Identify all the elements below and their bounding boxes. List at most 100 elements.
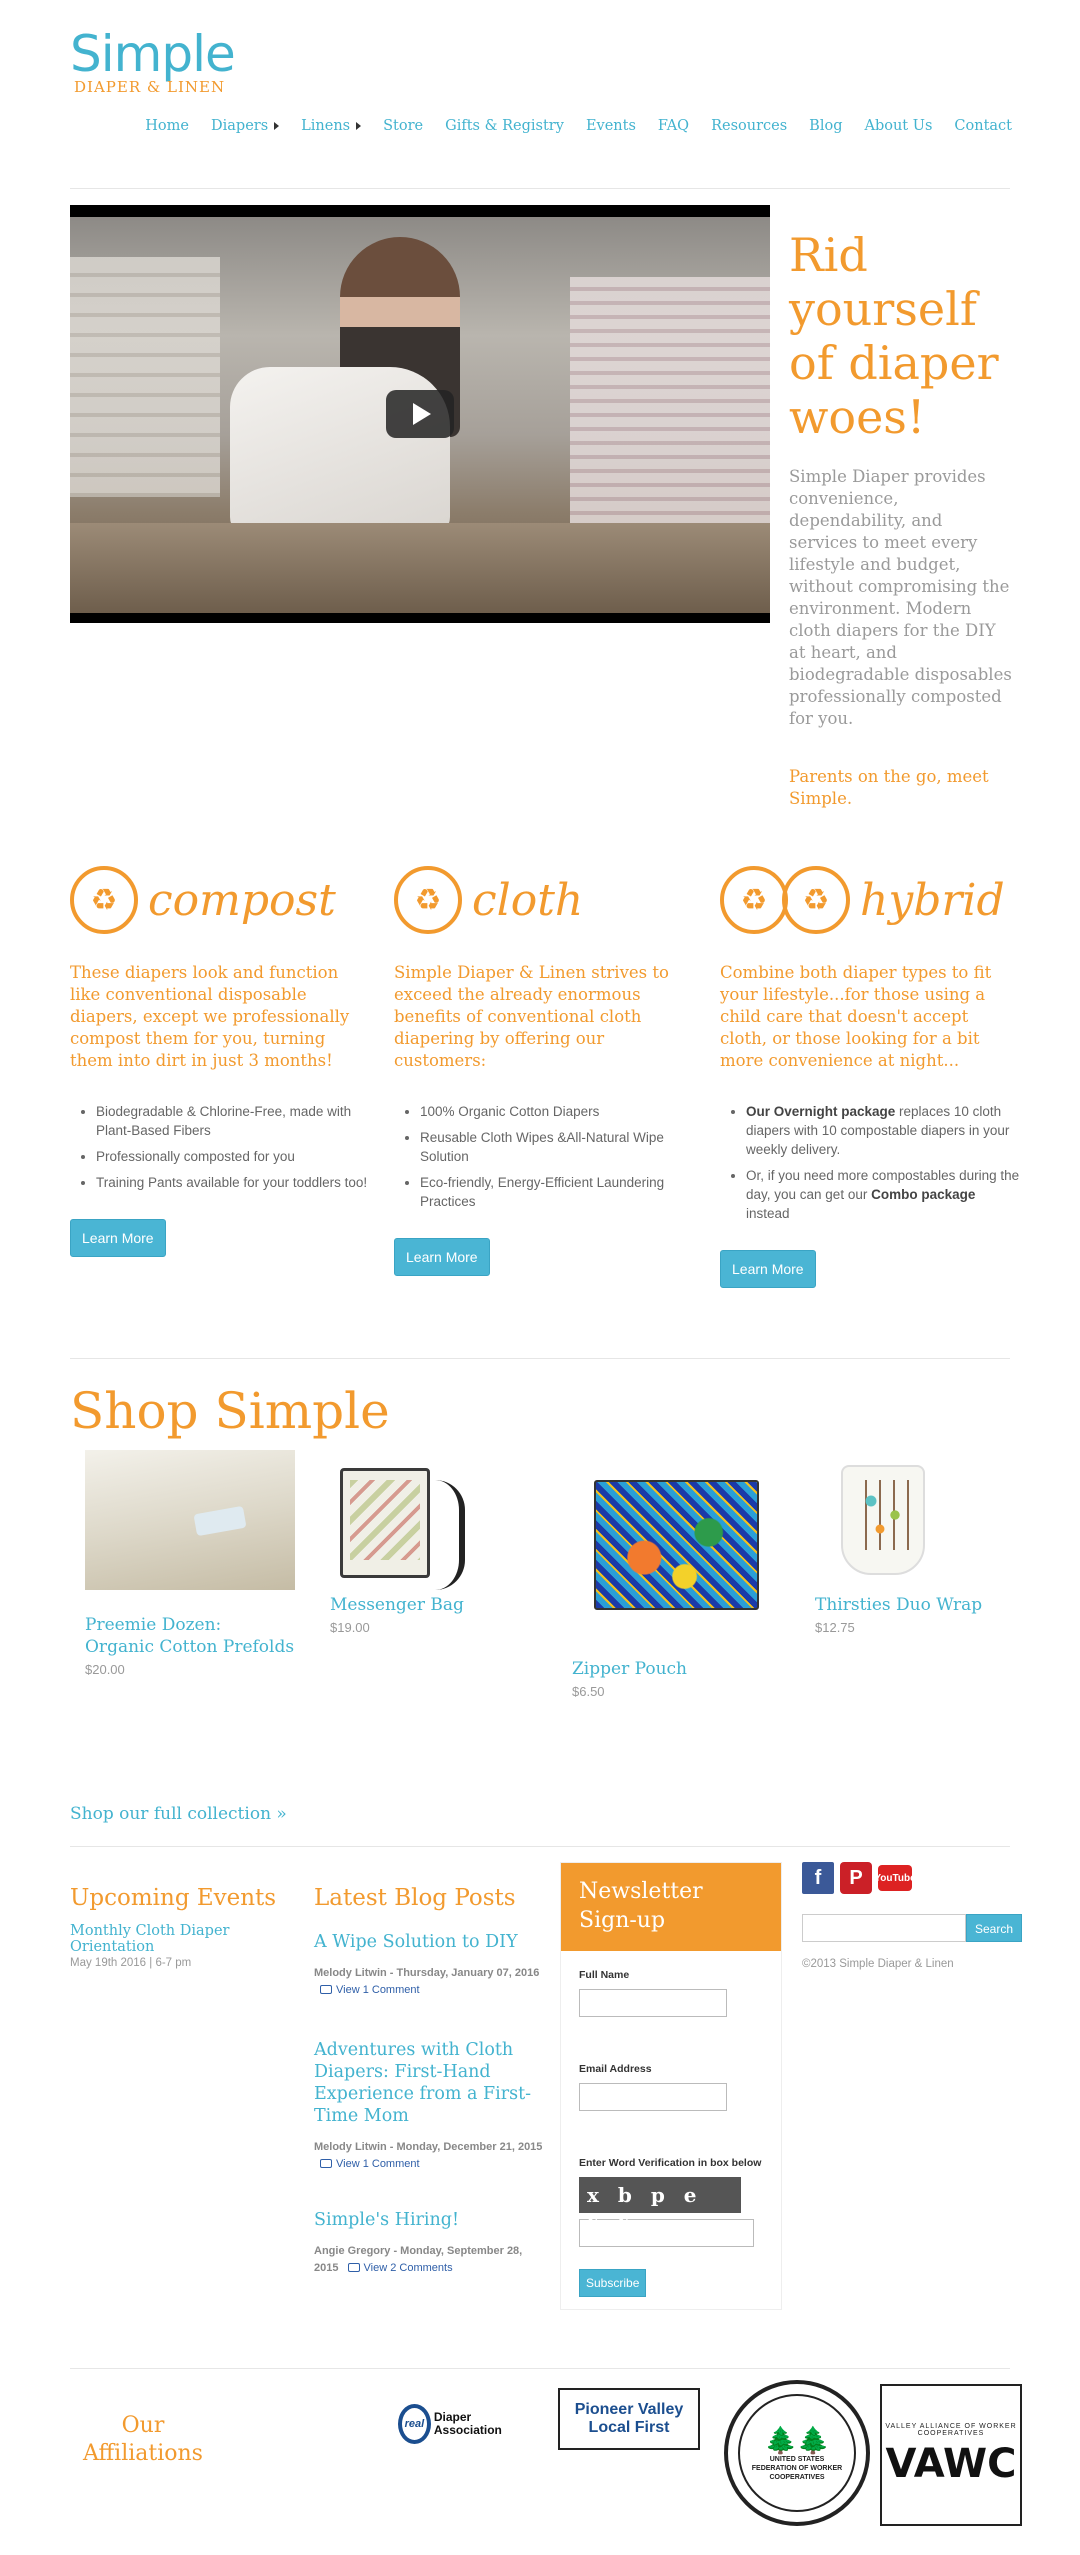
product-image[interactable] bbox=[815, 1450, 1025, 1590]
subscribe-button[interactable]: Subscribe bbox=[579, 2269, 647, 2297]
affiliations-title: Our Affiliations bbox=[83, 2413, 203, 2466]
list-item: Professionally composted for you bbox=[96, 1147, 370, 1166]
list-item: Reusable Cloth Wipes &All-Natural Wipe S… bbox=[420, 1128, 694, 1166]
email-label: Email Address bbox=[579, 2063, 652, 2075]
event-link[interactable]: Monthly Cloth Diaper Orientation bbox=[70, 1923, 300, 1955]
product-name[interactable]: Preemie Dozen: Organic Cotton Prefolds bbox=[85, 1614, 295, 1658]
section-divider bbox=[70, 2368, 1010, 2369]
hybrid-wordmark: hybrid bbox=[860, 874, 1005, 926]
nav-item-gifts-registry[interactable]: Gifts & Registry bbox=[445, 118, 564, 134]
nav-item-diapers[interactable]: Diapers bbox=[211, 118, 280, 134]
nav-item-resources[interactable]: Resources bbox=[711, 118, 787, 134]
comments-link[interactable]: View 1 Comment bbox=[320, 2158, 420, 2170]
product-name[interactable]: Zipper Pouch bbox=[572, 1658, 782, 1680]
blog-post: A Wipe Solution to DIY Melody Litwin - T… bbox=[314, 1931, 544, 1999]
service-hybrid: ♻ ♻ hybrid Combine both diaper types to … bbox=[720, 860, 1020, 1288]
list-item: 100% Organic Cotton Diapers bbox=[420, 1102, 694, 1121]
list-item: Biodegradable & Chlorine-Free, made with… bbox=[96, 1102, 370, 1140]
hero-link[interactable]: Parents on the go, meet Simple. bbox=[789, 766, 1014, 810]
comment-icon bbox=[347, 2263, 360, 2272]
shop-title: Shop Simple bbox=[70, 1382, 390, 1440]
hero-video[interactable] bbox=[70, 205, 770, 623]
product-image[interactable] bbox=[85, 1450, 295, 1590]
header-divider bbox=[70, 188, 1010, 189]
hybrid-learn-more-button[interactable]: Learn More bbox=[720, 1250, 816, 1288]
cloth-wordmark: cloth bbox=[472, 874, 584, 926]
social-widget: f P YouTube Search ©2013 Simple Diaper &… bbox=[802, 1862, 1022, 1970]
section-divider bbox=[70, 1846, 1010, 1847]
usfwc-logo[interactable]: 🌲🌲 UNITED STATES FEDERATION OF WORKER CO… bbox=[724, 2380, 870, 2526]
verification-label: Enter Word Verification in box below bbox=[579, 2157, 762, 2169]
compost-features: Biodegradable & Chlorine-Free, made with… bbox=[70, 1102, 370, 1192]
search-input[interactable] bbox=[802, 1914, 966, 1942]
blog-post-title[interactable]: Simple's Hiring! bbox=[314, 2209, 544, 2231]
nav-item-faq[interactable]: FAQ bbox=[658, 118, 689, 134]
search-button[interactable]: Search bbox=[965, 1914, 1022, 1942]
hybrid-lead: Combine both diaper types to fit your li… bbox=[720, 963, 992, 1070]
product-card[interactable]: Messenger Bag $19.00 bbox=[330, 1450, 540, 1635]
service-cloth: ♻ cloth Simple Diaper & Linen strives to… bbox=[394, 860, 694, 1276]
logo-wordmark: Simple bbox=[70, 25, 236, 83]
product-card[interactable]: Preemie Dozen: Organic Cotton Prefolds $… bbox=[85, 1450, 295, 1677]
product-name[interactable]: Thirsties Duo Wrap bbox=[815, 1594, 1025, 1616]
compost-lead: These diapers look and function like con… bbox=[70, 963, 350, 1070]
blog-post-meta: Angie Gregory - Monday, September 28, 20… bbox=[314, 2245, 523, 2274]
blog-post-meta: Melody Litwin - Thursday, January 07, 20… bbox=[314, 1967, 540, 1996]
product-image[interactable] bbox=[572, 1480, 782, 1620]
cloth-diaper-icon: ♻ bbox=[394, 866, 462, 934]
full-name-label: Full Name bbox=[579, 1969, 630, 1981]
vawc-logo[interactable]: VALLEY ALLIANCE OF WORKER COOPERATIVES V… bbox=[880, 2384, 1022, 2526]
comments-link[interactable]: View 2 Comments bbox=[347, 2262, 453, 2274]
blog-post: Adventures with Cloth Diapers: First-Han… bbox=[314, 2039, 544, 2173]
captcha-image: x b p e v v bbox=[579, 2177, 741, 2231]
nav-item-store[interactable]: Store bbox=[383, 118, 423, 134]
nav-item-events[interactable]: Events bbox=[586, 118, 636, 134]
facebook-icon[interactable]: f bbox=[802, 1862, 834, 1894]
play-button[interactable] bbox=[386, 390, 454, 438]
compost-learn-more-button[interactable]: Learn More bbox=[70, 1219, 166, 1257]
youtube-icon[interactable]: YouTube bbox=[874, 1865, 916, 1891]
event-date: May 19th 2016 | 6-7 pm bbox=[70, 1957, 192, 1969]
events-title: Upcoming Events bbox=[70, 1885, 277, 1911]
copyright-text: ©2013 Simple Diaper & Linen bbox=[802, 1958, 954, 1970]
list-item: Our Overnight package replaces 10 cloth … bbox=[746, 1102, 1020, 1159]
nav-item-linens[interactable]: Linens bbox=[301, 118, 362, 134]
product-name[interactable]: Messenger Bag bbox=[330, 1594, 540, 1616]
cloth-diaper-icon: ♻ bbox=[720, 866, 788, 934]
shop-full-collection-link[interactable]: Shop our full collection » bbox=[70, 1804, 287, 1824]
pinterest-icon[interactable]: P bbox=[840, 1862, 872, 1894]
product-card[interactable]: Zipper Pouch $6.50 bbox=[572, 1480, 782, 1699]
blog-post-title[interactable]: Adventures with Cloth Diapers: First-Han… bbox=[314, 2039, 544, 2127]
caret-right-icon bbox=[356, 122, 362, 130]
compost-icon: ♻ bbox=[70, 866, 138, 934]
real-diaper-association-logo[interactable]: real Diaper Association bbox=[398, 2400, 518, 2448]
product-price: $20.00 bbox=[85, 1662, 125, 1677]
blog-widget: Latest Blog Posts A Wipe Solution to DIY… bbox=[314, 1885, 544, 2277]
list-item: Training Pants available for your toddle… bbox=[96, 1173, 370, 1192]
nav-item-home[interactable]: Home bbox=[145, 118, 189, 134]
hero-description: Simple Diaper provides convenience, depe… bbox=[789, 467, 1012, 728]
product-price: $19.00 bbox=[330, 1620, 370, 1635]
nav-item-about-us[interactable]: About Us bbox=[864, 118, 932, 134]
tree-icon: 🌲🌲 bbox=[764, 2424, 830, 2455]
hybrid-logo: ♻ ♻ hybrid bbox=[720, 860, 1020, 940]
cloth-learn-more-button[interactable]: Learn More bbox=[394, 1238, 490, 1276]
product-image[interactable] bbox=[330, 1450, 540, 1590]
email-field[interactable] bbox=[579, 2083, 727, 2111]
comment-icon bbox=[320, 1985, 332, 1994]
events-widget: Upcoming Events Monthly Cloth Diaper Ori… bbox=[70, 1885, 300, 1969]
pioneer-valley-local-first-logo[interactable]: Pioneer Valley Local First bbox=[558, 2388, 700, 2450]
comments-link[interactable]: View 1 Comment bbox=[320, 1984, 420, 1996]
section-divider bbox=[70, 1358, 1010, 1359]
nav-item-blog[interactable]: Blog bbox=[809, 118, 842, 134]
product-price: $12.75 bbox=[815, 1620, 855, 1635]
service-compost: ♻ compost These diapers look and functio… bbox=[70, 860, 370, 1257]
full-name-field[interactable] bbox=[579, 1989, 727, 2017]
comment-icon bbox=[320, 2159, 332, 2168]
product-card[interactable]: Thirsties Duo Wrap $12.75 bbox=[815, 1450, 1025, 1635]
nav-item-contact[interactable]: Contact bbox=[954, 118, 1012, 134]
site-logo[interactable]: Simple DIAPER & LINEN bbox=[70, 26, 240, 106]
compost-logo: ♻ compost bbox=[70, 860, 370, 940]
blog-post: Simple's Hiring! Angie Gregory - Monday,… bbox=[314, 2209, 544, 2277]
blog-post-title[interactable]: A Wipe Solution to DIY bbox=[314, 1931, 544, 1953]
